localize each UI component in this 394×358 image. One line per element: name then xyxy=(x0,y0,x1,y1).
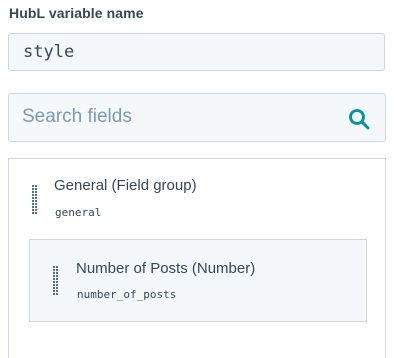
fields-panel: General (Field group) general Number of … xyxy=(8,158,386,358)
field-item[interactable]: Number of Posts (Number) number_of_posts xyxy=(29,239,367,322)
field-title[interactable]: Number of Posts (Number) xyxy=(76,260,255,277)
drag-handle-icon[interactable] xyxy=(53,266,58,295)
field-group-variable: general xyxy=(55,206,102,219)
drag-handle-icon[interactable] xyxy=(32,185,37,214)
field-variable: number_of_posts xyxy=(77,288,177,301)
field-group-title[interactable]: General (Field group) xyxy=(54,177,197,194)
search-icon[interactable] xyxy=(347,107,371,131)
hubl-variable-name-label: HubL variable name xyxy=(9,5,144,21)
search-fields-input[interactable]: Search fields xyxy=(8,93,386,142)
hubl-variable-name-input[interactable]: style xyxy=(8,33,385,71)
search-placeholder: Search fields xyxy=(22,106,132,127)
